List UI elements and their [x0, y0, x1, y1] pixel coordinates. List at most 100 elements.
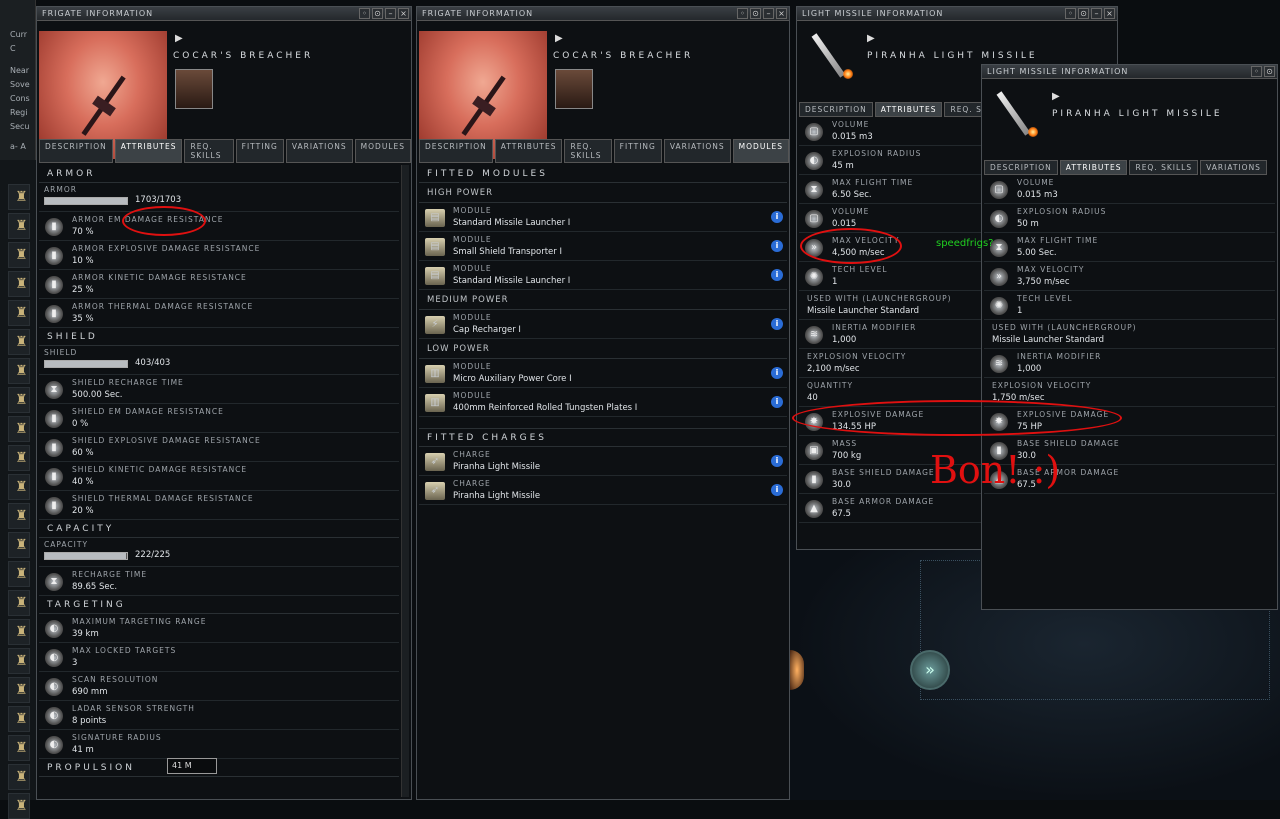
overview-item[interactable]: Near: [0, 64, 35, 78]
fleet-slot[interactable]: ♜: [8, 532, 30, 558]
info-icon[interactable]: i: [771, 269, 783, 281]
tab-attributes[interactable]: ATTRIBUTES: [114, 139, 183, 163]
fleet-slot[interactable]: ♜: [8, 416, 30, 442]
fleet-slot[interactable]: ♜: [8, 329, 30, 355]
fleet-slot[interactable]: ♜: [8, 677, 30, 703]
fleet-slot[interactable]: ♜: [8, 184, 30, 210]
close-icon[interactable]: ×: [398, 8, 409, 19]
fleet-slot[interactable]: ♜: [8, 706, 30, 732]
pin-icon[interactable]: ◦: [1065, 8, 1076, 19]
warp-button-icon[interactable]: »: [910, 650, 950, 690]
fleet-slot[interactable]: ♜: [8, 590, 30, 616]
window-titlebar[interactable]: FRIGATE INFORMATION ◦ ⊙ – ×: [37, 7, 411, 21]
fleet-slot[interactable]: ♜: [8, 619, 30, 645]
close-icon[interactable]: ×: [1104, 8, 1115, 19]
info-icon[interactable]: i: [771, 484, 783, 496]
tab-variations[interactable]: VARIATIONS: [1200, 160, 1267, 175]
settings-icon[interactable]: ◦: [1251, 66, 1262, 77]
missile-info-window-2[interactable]: LIGHT MISSILE INFORMATION ◦ ⊙ ▶ PIRANHA L…: [981, 64, 1278, 610]
window-titlebar[interactable]: LIGHT MISSILE INFORMATION ◦ ⊙ – ×: [797, 7, 1117, 21]
fleet-slot[interactable]: ♜: [8, 300, 30, 326]
module-row[interactable]: ▤ MODULE Small Shield Transporter I i: [419, 232, 787, 261]
module-row[interactable]: ▥ MODULE Micro Auxiliary Power Core I i: [419, 359, 787, 388]
overview-item[interactable]: Secu: [0, 120, 35, 134]
fleet-slot[interactable]: ♜: [8, 764, 30, 790]
overview-item[interactable]: C: [0, 42, 35, 56]
info-icon[interactable]: i: [771, 455, 783, 467]
pin-icon[interactable]: ◦: [359, 8, 370, 19]
info-icon[interactable]: i: [771, 318, 783, 330]
fleet-slot[interactable]: ♜: [8, 474, 30, 500]
tab-fitting[interactable]: FITTING: [613, 139, 662, 163]
overview-item[interactable]: Curr: [0, 28, 35, 42]
tab-variations[interactable]: VARIATIONS: [285, 139, 353, 163]
tab-variations[interactable]: VARIATIONS: [663, 139, 731, 163]
attribute-label: EXPLOSION VELOCITY: [992, 381, 1092, 390]
overview-item[interactable]: a- A: [0, 140, 35, 154]
module-row[interactable]: ⚡ MODULE Cap Recharger I i: [419, 310, 787, 339]
fleet-slot[interactable]: ♜: [8, 271, 30, 297]
tab-req-skills[interactable]: REQ. SKILLS: [184, 139, 234, 163]
attribute-label: MAXIMUM TARGETING RANGE: [72, 617, 207, 626]
fleet-slot[interactable]: ♜: [8, 735, 30, 761]
frigate-info-window-modules[interactable]: FRIGATE INFORMATION ◦ ⊙ – × ▶ COCAR'S BREAC…: [416, 6, 790, 800]
fleet-slot[interactable]: ♜: [8, 648, 30, 674]
fleet-slot[interactable]: ♜: [8, 793, 30, 819]
tab-fitting[interactable]: FITTING: [235, 139, 284, 163]
tab-modules[interactable]: MODULES: [732, 139, 789, 163]
info-icon[interactable]: i: [771, 240, 783, 252]
module-row[interactable]: ▤ MODULE Standard Missile Launcher I i: [419, 203, 787, 232]
pin-icon[interactable]: ◦: [737, 8, 748, 19]
window-titlebar[interactable]: FRIGATE INFORMATION ◦ ⊙ – ×: [417, 7, 789, 21]
tab-description[interactable]: DESCRIPTION: [419, 139, 493, 163]
settings-icon[interactable]: ⊙: [1078, 8, 1089, 19]
fleet-slot[interactable]: ♜: [8, 445, 30, 471]
overview-item[interactable]: Regi: [0, 106, 35, 120]
overview-item[interactable]: Sove: [0, 78, 35, 92]
minimize-icon[interactable]: –: [385, 8, 396, 19]
module-row[interactable]: ▤ MODULE Standard Missile Launcher I i: [419, 261, 787, 290]
tab-req-skills[interactable]: REQ. SKILLS: [1129, 160, 1199, 175]
tab-attributes[interactable]: ATTRIBUTES: [874, 102, 943, 117]
tab-attributes[interactable]: ATTRIBUTES: [1059, 160, 1128, 175]
settings-icon[interactable]: ⊙: [750, 8, 761, 19]
fleet-slot[interactable]: ♜: [8, 561, 30, 587]
fleet-slot[interactable]: ♜: [8, 387, 30, 413]
overview-item[interactable]: Cons: [0, 92, 35, 106]
info-icon[interactable]: i: [771, 367, 783, 379]
armor-icon: ▲: [805, 500, 823, 518]
expand-arrow-icon[interactable]: ▶: [867, 33, 875, 44]
tab-description[interactable]: DESCRIPTION: [39, 139, 113, 163]
fleet-slot[interactable]: ♜: [8, 503, 30, 529]
fleet-slot[interactable]: ♜: [8, 358, 30, 384]
attribute-row: ▮ ARMOR THERMAL DAMAGE RESISTANCE 35 %: [39, 299, 399, 328]
minimize-icon[interactable]: –: [1091, 8, 1102, 19]
expand-arrow-icon[interactable]: ▶: [555, 33, 563, 44]
module-row[interactable]: ➶ CHARGE Piranha Light Missile i: [419, 476, 787, 505]
close-icon[interactable]: ×: [776, 8, 787, 19]
scrollbar[interactable]: [401, 165, 409, 797]
tab-modules[interactable]: MODULES: [354, 139, 411, 163]
info-icon[interactable]: i: [771, 396, 783, 408]
pilot-avatar[interactable]: [175, 69, 213, 109]
settings-icon[interactable]: ⊙: [372, 8, 383, 19]
window-titlebar[interactable]: LIGHT MISSILE INFORMATION ◦ ⊙: [982, 65, 1277, 79]
frigate-info-window-attributes[interactable]: FRIGATE INFORMATION ◦ ⊙ – × ▶ COCAR'S BREAC…: [36, 6, 412, 800]
pilot-avatar[interactable]: [555, 69, 593, 109]
module-row[interactable]: ➶ CHARGE Piranha Light Missile i: [419, 447, 787, 476]
radius-icon: ◐: [45, 620, 63, 638]
tab-description[interactable]: DESCRIPTION: [984, 160, 1058, 175]
tab-description[interactable]: DESCRIPTION: [799, 102, 873, 117]
attribute-row: ≋ INERTIA MODIFIER 1,000: [984, 349, 1275, 378]
fleet-slot[interactable]: ♜: [8, 213, 30, 239]
module-row[interactable]: ▥ MODULE 400mm Reinforced Rolled Tungsten …: [419, 388, 787, 417]
fleet-slot[interactable]: ♜: [8, 242, 30, 268]
expand-arrow-icon[interactable]: ▶: [1052, 91, 1060, 102]
tab-req-skills[interactable]: REQ. SKILLS: [564, 139, 612, 163]
minimize-icon[interactable]: –: [763, 8, 774, 19]
expand-arrow-icon[interactable]: ▶: [175, 33, 183, 44]
tab-attributes[interactable]: ATTRIBUTES: [494, 139, 563, 163]
info-icon[interactable]: i: [771, 211, 783, 223]
settings-icon[interactable]: ⊙: [1264, 66, 1275, 77]
attribute-label: USED WITH (LAUNCHERGROUP): [807, 294, 952, 303]
